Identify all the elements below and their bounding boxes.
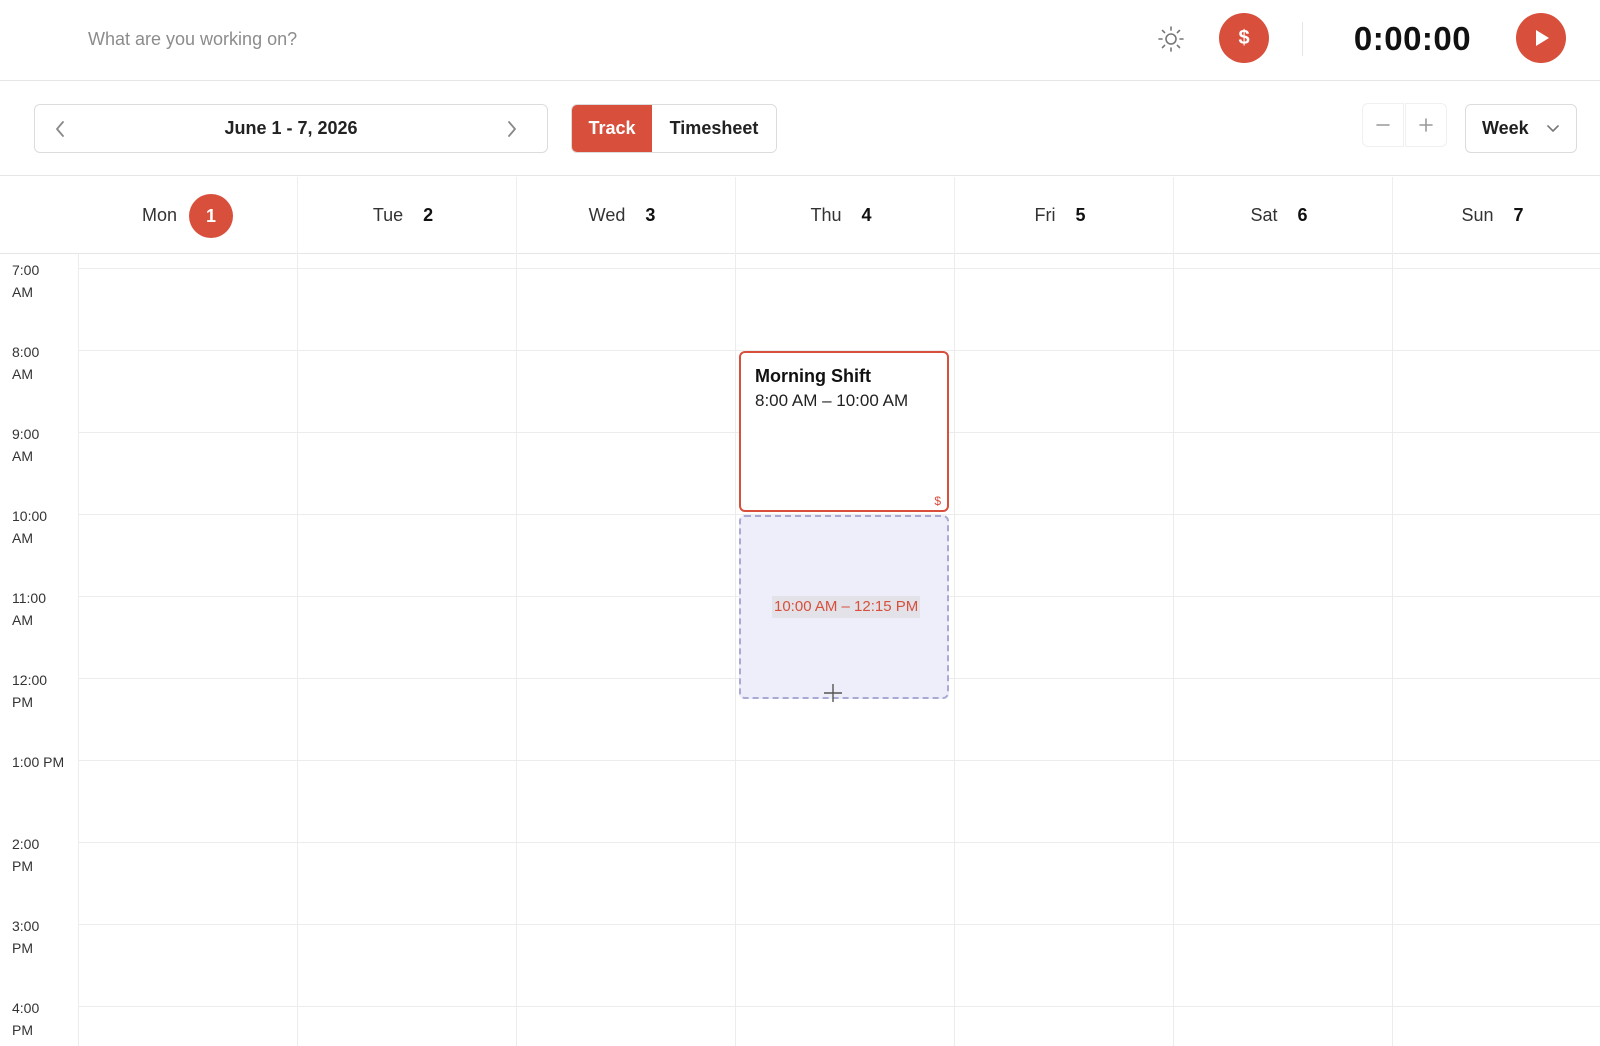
sun-icon [1158, 26, 1184, 52]
divider [1302, 22, 1303, 56]
time-label: 7:00 AM [12, 262, 40, 300]
date-range-navigator: June 1 - 7, 2026 [34, 104, 548, 153]
hour-line [78, 924, 1600, 925]
day-header-tue[interactable]: Tue 2 [297, 177, 516, 254]
day-name: Mon [141, 205, 177, 225]
day-name: Tue [372, 205, 404, 225]
calendar-grid[interactable]: 7:00 AM 8:00 AM 9:00 AM 10:00 AM 11:00 AM 12:… [0, 254, 1600, 1046]
day-number: 7 [1513, 205, 1524, 225]
top-bar: $ 0:00:00 [0, 0, 1600, 81]
previous-week-button[interactable] [35, 105, 85, 152]
billable-toggle-button[interactable]: $ [1219, 13, 1269, 63]
day-header-mon[interactable]: Mon 1 [78, 177, 297, 254]
chevron-down-icon [1547, 125, 1559, 132]
day-number: 2 [423, 205, 434, 225]
calendar-event[interactable]: Morning Shift 8:00 AM – 10:00 AM $ [739, 351, 949, 512]
event-title: Morning Shift [755, 366, 871, 386]
time-label: 3:00 PM [12, 918, 40, 956]
calendar-toolbar: June 1 - 7, 2026 Track Timesheet Week [0, 81, 1600, 176]
day-number: 6 [1297, 205, 1308, 225]
time-label: 4:00 PM [12, 1000, 40, 1038]
day-number: 4 [861, 205, 872, 225]
column-divider [516, 254, 517, 1046]
next-week-button[interactable] [487, 105, 537, 152]
play-icon [1536, 30, 1549, 46]
event-time: 8:00 AM – 10:00 AM [755, 391, 909, 410]
minus-icon [1376, 124, 1390, 126]
selection-time-range: 10:00 AM – 12:15 PM [772, 596, 921, 618]
column-divider [1392, 254, 1393, 1046]
new-entry-selection[interactable]: 10:00 AM – 12:15 PM [739, 515, 949, 702]
tab-timesheet[interactable]: Timesheet [652, 105, 776, 152]
day-name: Sun [1461, 205, 1494, 225]
time-label: 9:00 AM [12, 426, 40, 464]
day-number-today: 1 [189, 193, 233, 238]
column-divider [78, 254, 79, 1046]
time-label: 11:00 AM [12, 590, 46, 628]
task-description-input[interactable] [76, 20, 776, 58]
start-timer-button[interactable] [1516, 13, 1566, 63]
hour-line [78, 1006, 1600, 1007]
column-divider [735, 254, 736, 1046]
time-label: 12:00 PM [12, 672, 48, 710]
hour-line [78, 760, 1600, 761]
time-label: 1:00 PM [12, 754, 65, 770]
day-name: Thu [810, 205, 842, 225]
day-name: Sat [1250, 205, 1278, 225]
hour-line [78, 268, 1600, 269]
timer-display: 0:00:00 [1353, 20, 1472, 57]
dollar-icon: $ [1238, 26, 1250, 49]
day-header-row: Mon 1 Tue 2 Wed 3 Thu 4 Fri 5 Sat 6 Sun … [0, 177, 1600, 254]
date-range-label[interactable]: June 1 - 7, 2026 [95, 105, 487, 152]
day-header-sat[interactable]: Sat 6 [1173, 177, 1392, 254]
chevron-left-icon [56, 120, 64, 137]
view-select[interactable]: Week [1465, 104, 1577, 153]
plus-icon [1419, 118, 1433, 132]
view-select-value: Week [1482, 118, 1529, 138]
billable-indicator: $ [934, 494, 941, 508]
time-label: 2:00 PM [12, 836, 40, 874]
theme-toggle-button[interactable] [1154, 22, 1188, 56]
time-label: 8:00 AM [12, 344, 40, 382]
day-number: 3 [645, 205, 656, 225]
column-divider [954, 254, 955, 1046]
day-header-sun[interactable]: Sun 7 [1392, 177, 1600, 254]
day-name: Wed [588, 205, 626, 225]
day-header-wed[interactable]: Wed 3 [516, 177, 735, 254]
hour-line [78, 842, 1600, 843]
day-name: Fri [1034, 205, 1056, 225]
time-label: 10:00 AM [12, 508, 48, 546]
day-number: 5 [1075, 205, 1086, 225]
day-header-thu[interactable]: Thu 4 [735, 177, 954, 254]
chevron-right-icon [508, 120, 516, 137]
column-divider [1173, 254, 1174, 1046]
zoom-out-button[interactable] [1362, 103, 1404, 147]
mode-toggle: Track Timesheet [571, 104, 777, 153]
crosshair-cursor-icon [824, 684, 842, 702]
zoom-in-button[interactable] [1405, 103, 1447, 147]
day-header-fri[interactable]: Fri 5 [954, 177, 1173, 254]
tab-track[interactable]: Track [572, 105, 652, 152]
column-divider [297, 254, 298, 1046]
